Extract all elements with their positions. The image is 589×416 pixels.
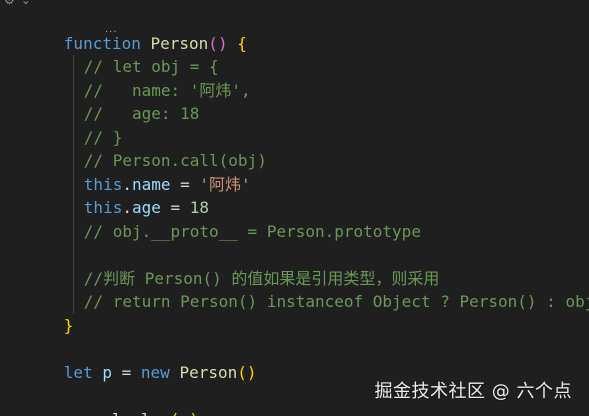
watermark-text: 掘金技术社区 @ 六个点 (374, 381, 572, 402)
code-line-12[interactable]: // return Person() instanceof Object ? P… (6, 267, 589, 314)
chevron-down-icon[interactable]: ⌄ (21, 0, 31, 6)
code-line-5[interactable]: // } (6, 102, 589, 149)
code-line-13[interactable]: } (6, 290, 589, 335)
code-line-14[interactable] (6, 314, 589, 338)
method-log: log (141, 410, 170, 416)
code-line-1[interactable]: function Person() { (6, 8, 589, 53)
code-line-2[interactable]: // let obj = { (6, 32, 589, 79)
code-line-8[interactable]: this.age = 18 (6, 173, 589, 220)
code-line-10[interactable] (6, 220, 589, 267)
code-line-11[interactable]: //判断 Person() 的值如果是引用类型，则采用 (6, 243, 589, 290)
code-line-3[interactable]: // name: '阿炜', (6, 55, 589, 102)
paren-close: ) (189, 410, 199, 416)
semicolon: ; (199, 410, 209, 416)
editor-toolbar: ⚙ ⌄ (4, 0, 31, 6)
code-editor-screenshot: ⚙ ⌄ ... function Person() { // let obj =… (0, 0, 589, 416)
console-object: console (64, 410, 131, 416)
gear-icon[interactable]: ⚙ (4, 0, 15, 6)
code-line-7[interactable]: this.name = '阿炜' (6, 149, 589, 196)
code-area[interactable]: function Person() { // let obj = { // na… (6, 8, 589, 416)
code-line-6[interactable]: // Person.call(obj) (6, 126, 589, 173)
code-line-4[interactable]: // age: 18 (6, 79, 589, 126)
dot-operator: . (131, 410, 141, 416)
code-line-9[interactable]: // obj.__proto__ = Person.prototype (6, 196, 589, 243)
argument-p: p (179, 410, 189, 416)
code-line-15[interactable]: let p = new Person() (6, 337, 589, 382)
paren-open: ( (170, 410, 180, 416)
